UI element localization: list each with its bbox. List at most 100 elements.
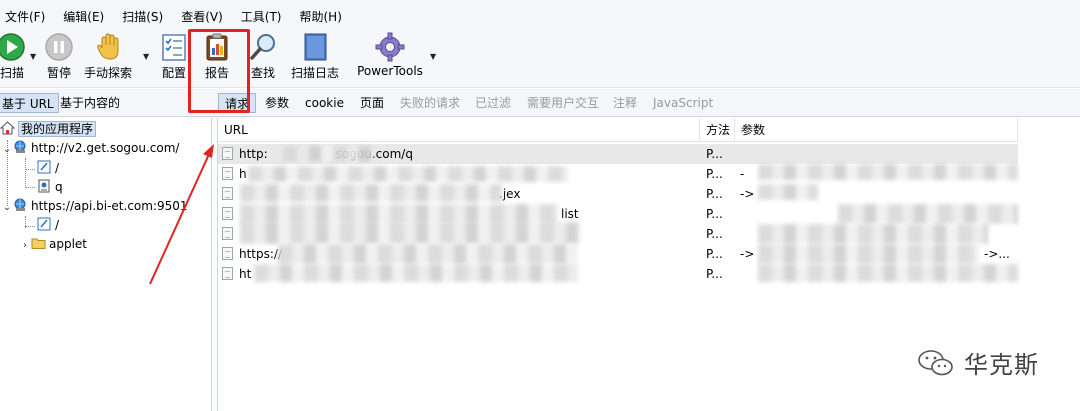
column-method[interactable]: 方法 [700,118,735,142]
tree-guide-line [25,187,35,188]
tree-site-label: https://api.bi-et.com:9501 [31,199,188,213]
tree-site-item[interactable]: ⌄ https://api.bi-et.com:9501 [1,197,188,216]
menu-file[interactable]: 文件(F) [5,6,45,25]
tab-parameters[interactable]: 参数 [265,93,289,113]
pause-button[interactable]: 暂停 [42,30,76,86]
play-icon [0,33,25,61]
row-method: P... [706,167,723,181]
pause-label: 暂停 [46,66,71,80]
home-icon [0,121,15,135]
redacted-region [240,184,502,202]
log-book-icon [304,33,327,61]
tree-page-item[interactable]: q [37,178,63,197]
file-icon [222,167,233,180]
column-url[interactable]: URL [218,118,700,142]
find-label: 查找 [250,66,275,80]
gear-icon [375,32,405,62]
menu-view[interactable]: 查看(V) [181,6,223,25]
manual-explore-button[interactable]: 手动探索 [82,30,134,86]
tree-folder-label: / [55,161,60,175]
config-button[interactable]: 配置 [157,30,191,86]
site-tree: 我的应用程序 ⌄ http://v2.get.sogou.com/ / q ⌄ … [0,118,212,411]
file-icon [222,267,233,280]
find-button[interactable]: 查找 [246,30,280,86]
row-params-tail: ->... [984,247,1010,261]
scan-label: 扫描 [0,66,25,80]
redacted-region [758,224,988,244]
row-method: P... [706,267,723,281]
row-url-tail: list [561,207,579,221]
tab-pages[interactable]: 页面 [360,93,384,113]
tree-folder-label: / [55,218,60,232]
column-params[interactable]: 参数 [735,118,1018,142]
tab-cookie[interactable]: cookie [305,93,344,113]
tree-root-item[interactable]: 我的应用程序 [0,120,97,139]
view-tab-row: 基于 URL 基于内容的 请求 参数 cookie 页面 失败的请求 已过滤 需… [0,89,1080,117]
config-label: 配置 [161,66,186,80]
expand-chevron-icon[interactable]: ⌄ [1,140,13,159]
row-params: -> [740,247,755,261]
folder-icon [31,238,46,249]
report-highlight-box [188,29,250,113]
menu-tools[interactable]: 工具(T) [241,6,282,25]
tree-folder-item[interactable]: › applet [19,235,87,254]
redacted-region [278,244,578,264]
tree-folder-item[interactable]: / [37,159,59,178]
tab-content-based[interactable]: 基于内容的 [56,93,124,113]
tree-folder-label: applet [49,237,88,251]
row-url: h [239,167,247,181]
scan-dropdown-icon[interactable]: ▼ [30,52,36,61]
tree-root-label: 我的应用程序 [18,121,97,137]
pause-icon [45,33,73,61]
redacted-region [758,264,1018,282]
tab-user-interaction[interactable]: 需要用户交互 [527,93,599,113]
manual-dropdown-icon[interactable]: ▼ [143,52,149,61]
redacted-region [758,184,818,200]
collapse-chevron-icon[interactable]: › [19,236,31,255]
tab-comments[interactable]: 注释 [613,93,637,113]
redacted-region [240,204,558,224]
redacted-region [248,166,568,182]
tree-folder-item[interactable]: / [37,216,59,235]
powertools-dropdown-icon[interactable]: ▼ [430,52,436,61]
tree-guide-line [25,169,35,170]
row-method: P... [706,187,723,201]
hand-icon [97,33,119,60]
redacted-region [240,222,580,244]
menu-edit[interactable]: 编辑(E) [63,6,104,25]
watermark-text: 华克斯 [964,351,1039,379]
redacted-region [758,164,1018,180]
menu-scan[interactable]: 扫描(S) [122,6,163,25]
tab-failed-requests[interactable]: 失败的请求 [400,93,460,113]
expand-chevron-icon[interactable]: ⌄ [1,198,13,217]
row-url: http: [239,147,268,161]
scan-button[interactable]: 扫描 [0,30,28,86]
folder-page-icon [37,160,51,174]
toolbar: 扫描 ▼ 暂停 手动探索 ▼ 配置 报告 查找 扫描日志 PowerTools … [0,30,1080,88]
file-icon [222,147,233,160]
page-icon [38,179,50,193]
tree-site-label: http://v2.get.sogou.com/ [31,141,180,155]
redacted-region [758,244,978,264]
tab-url-based[interactable]: 基于 URL [0,93,59,113]
file-icon [222,247,233,260]
redacted-region [283,146,373,162]
tab-javascript[interactable]: JavaScript [653,93,713,113]
powertools-label: PowerTools [357,64,423,78]
redacted-region [838,204,1018,224]
tree-site-item[interactable]: ⌄ http://v2.get.sogou.com/ [1,139,179,158]
row-url: ht [239,267,252,281]
tree-guide-line [25,226,35,227]
row-method: P... [706,247,723,261]
magnifier-icon [250,34,275,60]
file-icon [222,227,233,240]
menu-bar: 文件(F) 编辑(E) 扫描(S) 查看(V) 工具(T) 帮助(H) [0,0,1080,30]
powertools-button[interactable]: PowerTools [355,30,425,86]
row-method: P... [706,147,723,161]
row-method: P... [706,227,723,241]
menu-help[interactable]: 帮助(H) [300,6,342,25]
wechat-logo-icon [918,349,953,375]
tab-filtered[interactable]: 已过滤 [475,93,511,113]
scan-log-button[interactable]: 扫描日志 [289,30,341,86]
table-header: URL 方法 参数 [218,118,1018,142]
